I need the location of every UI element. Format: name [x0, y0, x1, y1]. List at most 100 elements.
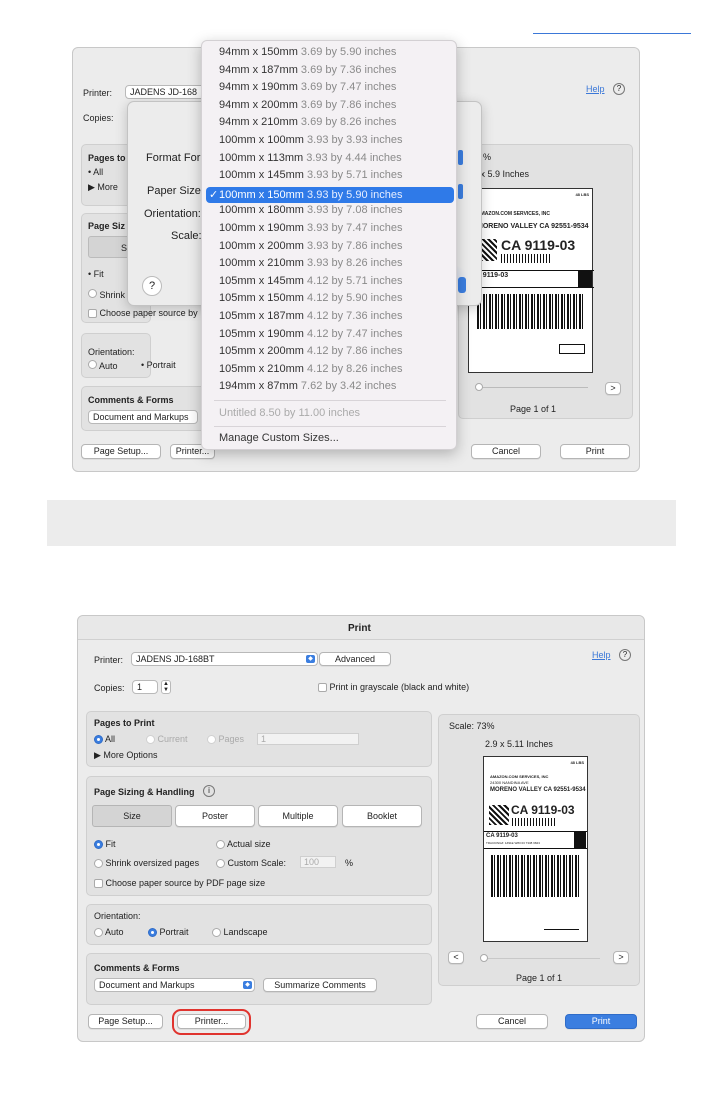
printer-button[interactable]: Printer...	[177, 1014, 246, 1029]
menu-item-paper-size[interactable]: 94mm x 187mm 3.69 by 7.36 inches	[219, 64, 396, 76]
sheet-paper-popup-edge[interactable]	[458, 184, 463, 199]
menu-item-size: 94mm x 187mm	[219, 63, 298, 76]
menu-item-size: 194mm x 87mm	[219, 380, 298, 393]
menu-item-paper-size[interactable]: 100mm x 210mm 3.93 by 8.26 inches	[219, 257, 402, 269]
top-pages-heading: Pages to	[88, 153, 126, 163]
menu-manage-custom-sizes[interactable]: Manage Custom Sizes...	[219, 432, 339, 444]
copies-stepper[interactable]: ▲ ▼	[161, 680, 171, 694]
menu-item-inches: 7.62 by 3.42 inches	[300, 380, 397, 393]
top-next-page-button[interactable]: >	[605, 382, 621, 395]
page-setup-button[interactable]: Page Setup...	[88, 1014, 163, 1029]
preview-slider[interactable]	[485, 958, 600, 959]
menu-item-paper-size[interactable]: 94mm x 200mm 3.69 by 7.86 inches	[219, 99, 396, 111]
info-icon[interactable]: i	[203, 785, 215, 797]
copies-label: Copies:	[94, 683, 125, 693]
menu-item-size: 94mm x 150mm	[219, 46, 298, 58]
print-button[interactable]: Print	[565, 1014, 637, 1029]
top-preview-slider[interactable]	[478, 387, 588, 388]
top-choose-source[interactable]: Choose paper source by	[88, 308, 198, 319]
menu-item-paper-size[interactable]: 100mm x 190mm 3.93 by 7.47 inches	[219, 222, 402, 234]
top-label-code: CA 9119-03	[501, 237, 576, 253]
help-icon[interactable]: ?	[619, 649, 631, 661]
advanced-button[interactable]: Advanced	[319, 652, 391, 666]
label-address: 24300 NANDINA AVE	[490, 780, 529, 785]
copies-input[interactable]: 1	[132, 680, 158, 694]
top-fit-radio[interactable]: • Fit	[88, 269, 104, 279]
menu-item-paper-size[interactable]: 194mm x 87mm 7.62 by 3.42 inches	[219, 380, 396, 392]
tab-multiple[interactable]: Multiple	[258, 805, 338, 827]
top-cancel-button[interactable]: Cancel	[471, 444, 541, 459]
menu-item-paper-size[interactable]: 105mm x 210mm 4.12 by 8.26 inches	[219, 363, 402, 375]
menu-item-paper-size[interactable]: 105mm x 200mm 4.12 by 7.86 inches	[219, 345, 402, 357]
shrink-radio[interactable]: Shrink oversized pages	[94, 858, 199, 869]
more-options-toggle[interactable]: ▶ More Options	[94, 750, 157, 761]
print-dialog: Print Printer: JADENS JD-168BT ◆ Advanced…	[77, 615, 645, 1042]
fit-radio[interactable]: Fit	[94, 839, 116, 850]
printer-select[interactable]: JADENS JD-168BT ◆	[131, 652, 318, 666]
menu-item-paper-size[interactable]: 94mm x 190mm 3.69 by 7.47 inches	[219, 81, 396, 93]
top-help-icon[interactable]: ?	[613, 83, 625, 95]
comments-forms-heading: Comments & Forms	[94, 963, 180, 973]
top-page-setup-button[interactable]: Page Setup...	[81, 444, 161, 459]
top-help-link[interactable]: Help	[586, 84, 605, 94]
menu-item-paper-size[interactable]: 100mm x 113mm 3.93 by 4.44 inches	[219, 152, 402, 164]
label-qr	[489, 805, 509, 825]
pages-to-print-heading: Pages to Print	[94, 718, 155, 728]
pages-radio[interactable]: Pages	[207, 734, 244, 745]
preview-slider-thumb[interactable]	[480, 954, 488, 962]
menu-item-paper-size[interactable]: 100mm x 200mm 3.93 by 7.86 inches	[219, 240, 402, 252]
menu-item-size: 105mm x 187mm	[219, 310, 304, 322]
menu-item-paper-size[interactable]: 100mm x 180mm 3.93 by 7.08 inches	[219, 204, 402, 216]
top-label-weight: 48 LBS	[575, 192, 589, 197]
auto-radio[interactable]: Auto	[94, 927, 124, 938]
orientation-label: Orientation:	[94, 911, 141, 921]
sheet-format-popup-edge[interactable]	[458, 150, 463, 165]
top-printer-select[interactable]: JADENS JD-168	[125, 85, 205, 99]
label-code: CA 9119-03	[511, 803, 575, 817]
menu-item-paper-size[interactable]: 105mm x 187mm 4.12 by 7.36 inches	[219, 310, 402, 322]
top-more-options[interactable]: ▶ More	[88, 182, 118, 193]
custom-scale-input[interactable]: 100	[300, 856, 336, 868]
grayscale-checkbox[interactable]: Print in grayscale (black and white)	[318, 682, 469, 693]
top-shrink-radio[interactable]: Shrink	[88, 289, 125, 300]
menu-item-size: 100mm x 190mm	[219, 222, 304, 234]
summarize-comments-button[interactable]: Summarize Comments	[263, 978, 377, 992]
top-all-radio[interactable]: • All	[88, 167, 103, 177]
all-radio[interactable]: All	[94, 734, 115, 745]
menu-item-paper-size[interactable]: 100mm x 100mm 3.93 by 3.93 inches	[219, 134, 402, 146]
custom-scale-radio[interactable]: Custom Scale:	[216, 858, 286, 869]
landscape-radio[interactable]: Landscape	[212, 927, 268, 938]
help-link[interactable]: Help	[592, 650, 611, 660]
current-radio[interactable]: Current	[146, 734, 188, 745]
sheet-help-button[interactable]: ?	[142, 276, 162, 296]
pages-range-input[interactable]: 1	[257, 733, 359, 745]
choose-source-checkbox[interactable]: Choose paper source by PDF page size	[94, 878, 265, 889]
menu-item-paper-size[interactable]: 94mm x 150mm 3.69 by 5.90 inches	[219, 46, 396, 58]
menu-item-paper-size[interactable]: 105mm x 190mm 4.12 by 7.47 inches	[219, 328, 402, 340]
top-print-button[interactable]: Print	[560, 444, 630, 459]
tab-size[interactable]: Size	[92, 805, 172, 827]
menu-item-paper-size[interactable]: 100mm x 145mm 3.93 by 5.71 inches	[219, 169, 402, 181]
portrait-radio[interactable]: Portrait	[148, 927, 189, 938]
next-page-button[interactable]: >	[613, 951, 629, 964]
cancel-button[interactable]: Cancel	[476, 1014, 548, 1029]
menu-item-paper-size[interactable]: 94mm x 210mm 3.69 by 8.26 inches	[219, 116, 396, 128]
menu-item-inches: 3.69 by 5.90 inches	[300, 46, 397, 58]
menu-item-paper-size[interactable]: 105mm x 150mm 4.12 by 5.90 inches	[219, 292, 402, 304]
menu-item-paper-size[interactable]: 105mm x 145mm 4.12 by 5.71 inches	[219, 275, 402, 287]
menu-item-inches: 3.69 by 8.26 inches	[300, 116, 397, 129]
tab-booklet[interactable]: Booklet	[342, 805, 422, 827]
top-portrait-radio[interactable]: • Portrait	[141, 360, 176, 370]
top-doc-markups-select[interactable]: Document and Markups	[88, 410, 198, 424]
doc-markups-select[interactable]: Document and Markups ◆	[94, 978, 255, 992]
top-slider-thumb[interactable]	[475, 383, 483, 391]
prev-page-button[interactable]: <	[448, 951, 464, 964]
actual-size-radio[interactable]: Actual size	[216, 839, 271, 850]
menu-item-paper-size[interactable]: ✓ 100mm x 150mm 3.93 by 5.90 inches	[206, 186, 454, 203]
tab-poster[interactable]: Poster	[175, 805, 255, 827]
menu-item-inches: 4.12 by 7.36 inches	[307, 310, 403, 322]
top-label-barcode	[477, 294, 583, 329]
sheet-ok-button-edge[interactable]	[458, 277, 466, 293]
top-auto-radio[interactable]: Auto	[88, 360, 118, 371]
menu-item-size: 100mm x 150mm	[219, 188, 304, 201]
